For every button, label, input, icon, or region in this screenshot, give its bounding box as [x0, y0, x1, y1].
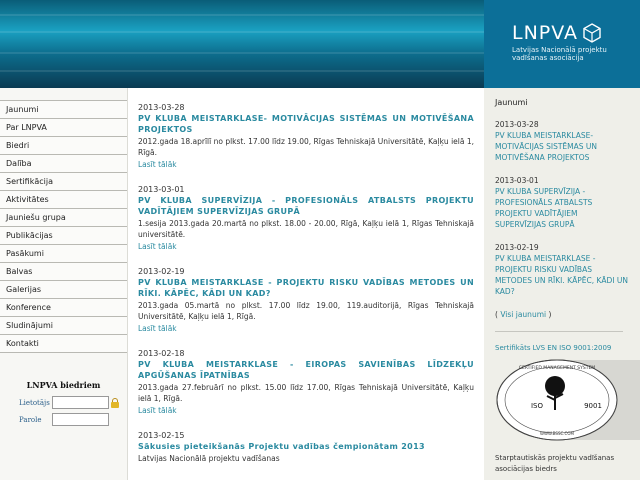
paren-open: ( — [495, 310, 498, 319]
badge-bottom-text: WWW.BSSC.COM — [540, 431, 574, 436]
sidebar-news-link[interactable]: PV KLUBA MEISTARKLASE - PROJEKTU RISKU V… — [495, 253, 629, 297]
sidebar-news-link[interactable]: PV KLUBA MEISTARKLASE- MOTIVĀCIJAS SISTĒ… — [495, 130, 629, 163]
news-post: 2013-02-18 PV KLUBA MEISTARKLASE - EIROP… — [138, 348, 474, 416]
sidebar-news-date: 2013-02-19 — [495, 243, 539, 252]
post-title-link[interactable]: PV KLUBA MEISTARKLASE- MOTIVĀCIJAS SISTĒ… — [138, 113, 474, 135]
left-sidebar: Jaunumi Par LNPVA Biedri Dalība Sertifik… — [0, 88, 128, 480]
paren-close: ) — [548, 310, 552, 319]
nav-item-balvas[interactable]: Balvas — [0, 263, 127, 281]
ipma-member-text: Starptautiskās projektu vadīšanas asociā… — [495, 454, 615, 473]
post-excerpt: 1.sesija 2013.gada 20.martā no plkst. 18… — [138, 219, 474, 239]
read-more-link[interactable]: Lasīt tālāk — [138, 405, 177, 416]
nav-item-pasakumi[interactable]: Pasākumi — [0, 245, 127, 263]
post-date: 2013-03-28 — [138, 103, 185, 112]
post-excerpt: 2013.gada 05.martā no plkst. 17.00 līdz … — [138, 301, 474, 321]
nav-item-konference[interactable]: Konference — [0, 299, 127, 317]
read-more-link[interactable]: Lasīt tālāk — [138, 159, 177, 170]
divider — [495, 331, 623, 332]
password-input[interactable] — [52, 413, 109, 426]
post-date: 2013-02-15 — [138, 431, 185, 440]
post-excerpt: Latvijas Nacionālā projektu vadīšanas — [138, 454, 280, 463]
sidebar-news-date: 2013-03-28 — [495, 120, 539, 129]
nav-item-sertifikacija[interactable]: Sertifikācija — [0, 173, 127, 191]
nav-item-par-lnpva[interactable]: Par LNPVA — [0, 119, 127, 137]
nav-item-daliba[interactable]: Dalība — [0, 155, 127, 173]
news-list: 2013-03-28 PV KLUBA MEISTARKLASE- MOTIVĀ… — [138, 102, 474, 478]
news-post: 2013-03-01 PV KLUBA SUPERVĪZIJA - PROFES… — [138, 184, 474, 252]
post-excerpt: 2012.gada 18.aprīlī no plkst. 17.00 līdz… — [138, 137, 474, 157]
nav-item-galerijas[interactable]: Galerijas — [0, 281, 127, 299]
logo[interactable]: LNPVA — [512, 22, 602, 44]
badge-iso: ISO — [531, 402, 544, 410]
right-sidebar: Jaunumi 2013-03-28 PV KLUBA MEISTARKLASE… — [484, 88, 640, 480]
read-more-link[interactable]: Lasīt tālāk — [138, 323, 177, 334]
nav-item-jaunumi[interactable]: Jaunumi — [0, 101, 127, 119]
post-title-link[interactable]: PV KLUBA MEISTARKLASE - EIROPAS SAVIENĪB… — [138, 359, 474, 381]
badge-number: 9001 — [584, 402, 602, 410]
password-label: Parole — [19, 415, 42, 424]
sidebar-news-link[interactable]: PV KLUBA SUPERVĪZIJA - PROFESIONĀLS ATBA… — [495, 186, 629, 230]
brand-block[interactable]: LNPVA Latvijas Nacionālā projektu vadīša… — [484, 0, 640, 88]
nav-item-publikacijas[interactable]: Publikācijas — [0, 227, 127, 245]
nav-item-biedri[interactable]: Biedri — [0, 137, 127, 155]
lock-icon[interactable] — [111, 397, 119, 408]
sidebar-news-heading: Jaunumi — [495, 98, 528, 107]
cube-logo-icon — [583, 23, 601, 43]
news-post: 2013-02-19 PV KLUBA MEISTARKLASE - PROJE… — [138, 266, 474, 334]
nav-item-sludinajumi[interactable]: Sludinājumi — [0, 317, 127, 335]
nav-item-aktivitates[interactable]: Aktivitātes — [0, 191, 127, 209]
iso-certificate-badge[interactable]: CERTIFIED MANAGEMENT SYSTEM ISO 9001 WWW… — [495, 358, 640, 442]
post-date: 2013-02-19 — [138, 267, 185, 276]
post-excerpt: 2013.gada 27.februārī no plkst. 15.00 lī… — [138, 383, 474, 403]
post-date: 2013-02-18 — [138, 349, 185, 358]
all-news-row: ( Visi jaunumi ) — [495, 310, 629, 319]
post-date: 2013-03-01 — [138, 185, 185, 194]
sidebar-news-item: 2013-02-19 PV KLUBA MEISTARKLASE - PROJE… — [495, 243, 629, 297]
all-news-link[interactable]: Visi jaunumi — [500, 310, 546, 319]
badge-top-text: CERTIFIED MANAGEMENT SYSTEM — [519, 365, 595, 371]
post-title-link[interactable]: PV KLUBA MEISTARKLASE - PROJEKTU RISKU V… — [138, 277, 474, 299]
post-title-link[interactable]: Sākusies pieteikšanās Projektu vadības č… — [138, 441, 474, 452]
news-post: 2013-03-28 PV KLUBA MEISTARKLASE- MOTIVĀ… — [138, 102, 474, 170]
logo-text: LNPVA — [512, 22, 579, 44]
read-more-link[interactable]: Lasīt tālāk — [138, 241, 177, 252]
post-title-link[interactable]: PV KLUBA SUPERVĪZIJA - PROFESIONĀLS ATBA… — [138, 195, 474, 217]
brand-subtitle: Latvijas Nacionālā projektu vadīšanas as… — [512, 46, 607, 62]
header-banner: LNPVA Latvijas Nacionālā projektu vadīša… — [0, 0, 640, 88]
nav-item-jauniesu-grupa[interactable]: Jauniešu grupa — [0, 209, 127, 227]
username-label: Lietotājs — [19, 398, 50, 407]
username-input[interactable] — [52, 396, 109, 409]
members-login-title: LNPVA biedriem — [26, 380, 101, 390]
news-post: 2013-02-15 Sākusies pieteikšanās Projekt… — [138, 430, 474, 464]
certificate-label: Sertifikāts LVS EN ISO 9001:2009 — [495, 344, 612, 352]
nav-item-kontakti[interactable]: Kontakti — [0, 335, 127, 353]
main-nav: Jaunumi Par LNPVA Biedri Dalība Sertifik… — [0, 100, 127, 353]
sidebar-news-item: 2013-03-28 PV KLUBA MEISTARKLASE- MOTIVĀ… — [495, 120, 629, 163]
sidebar-news-item: 2013-03-01 PV KLUBA SUPERVĪZIJA - PROFES… — [495, 176, 629, 230]
sidebar-news-date: 2013-03-01 — [495, 176, 539, 185]
